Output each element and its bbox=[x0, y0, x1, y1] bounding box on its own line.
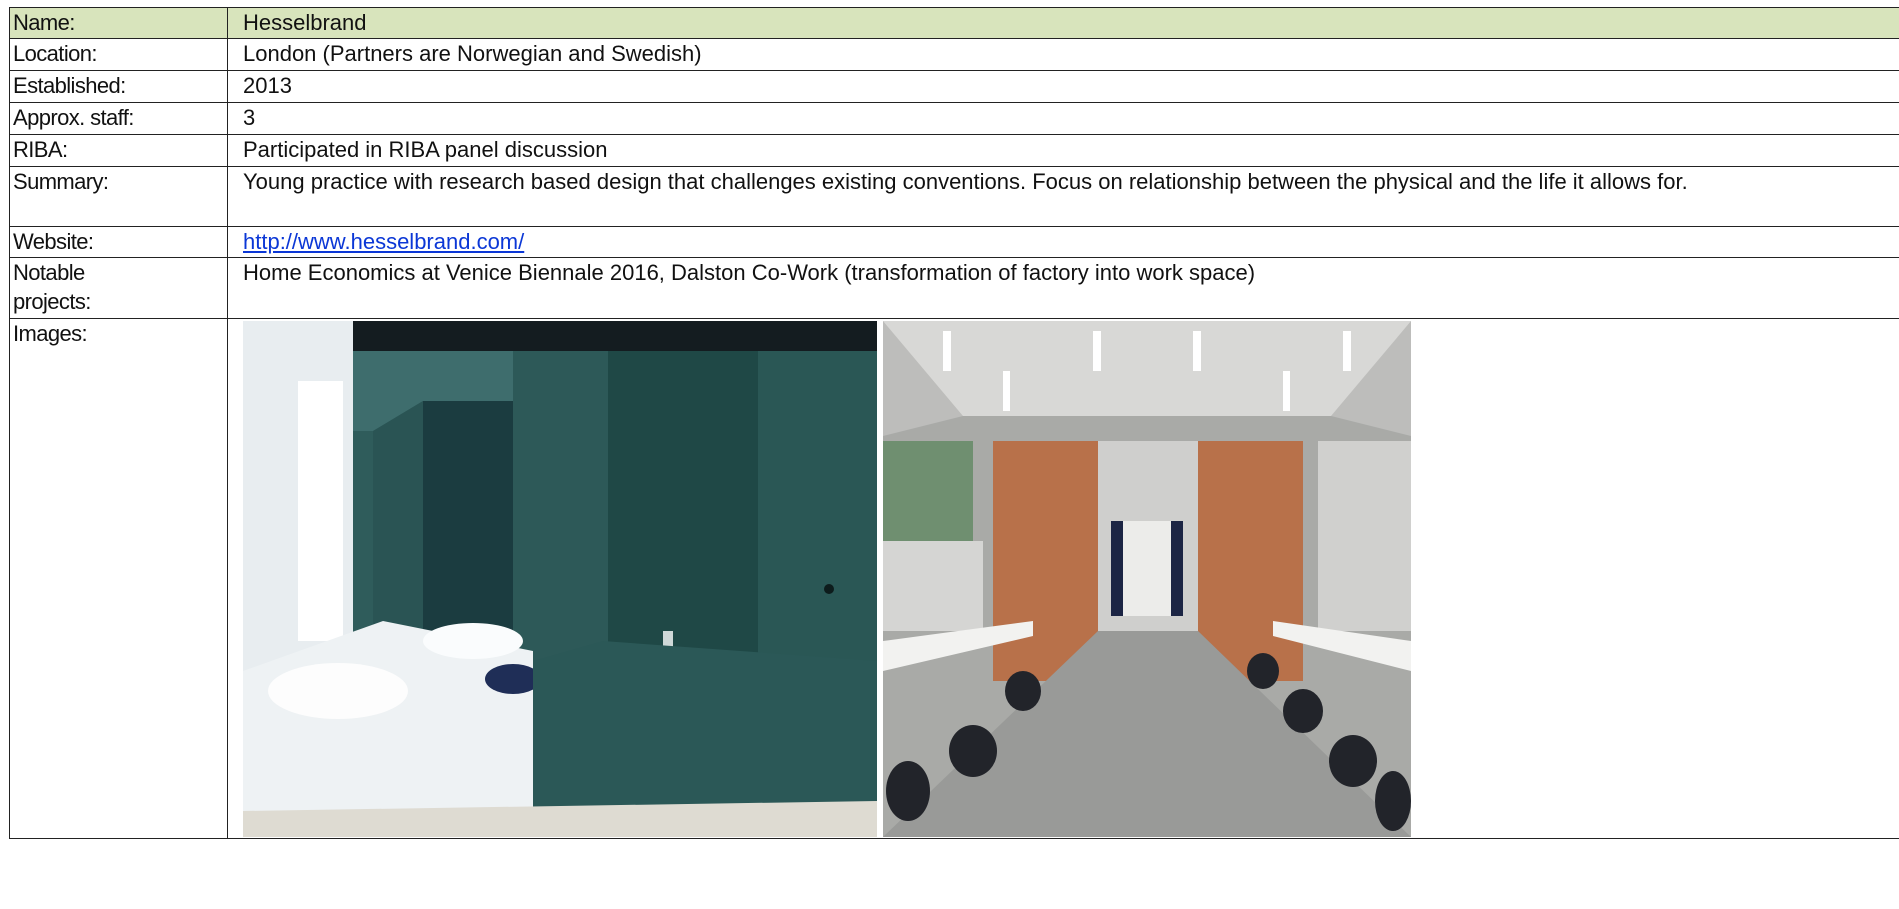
row-location: Location: London (Partners are Norwegian… bbox=[9, 38, 1899, 71]
value-projects: Home Economics at Venice Biennale 2016, … bbox=[227, 257, 1899, 319]
value-established: 2013 bbox=[227, 70, 1899, 103]
bedroom-interior-image bbox=[243, 321, 877, 837]
value-name: Hesselbrand bbox=[227, 7, 1899, 39]
label-staff: Approx. staff: bbox=[9, 102, 228, 135]
cowork-space-image bbox=[883, 321, 1411, 837]
row-summary: Summary: Young practice with research ba… bbox=[9, 166, 1899, 227]
practice-profile-table: Name: Hesselbrand Location: London (Part… bbox=[9, 7, 1899, 839]
row-established: Established: 2013 bbox=[9, 70, 1899, 103]
label-summary: Summary: bbox=[9, 166, 228, 227]
value-website: http://www.hesselbrand.com/ bbox=[227, 226, 1899, 258]
label-established: Established: bbox=[9, 70, 228, 103]
row-riba: RIBA: Participated in RIBA panel discuss… bbox=[9, 134, 1899, 167]
value-riba: Participated in RIBA panel discussion bbox=[227, 134, 1899, 167]
value-summary: Young practice with research based desig… bbox=[227, 166, 1899, 227]
row-name: Name: Hesselbrand bbox=[9, 7, 1899, 39]
value-location: London (Partners are Norwegian and Swedi… bbox=[227, 38, 1899, 71]
label-images: Images: bbox=[9, 318, 228, 839]
label-name: Name: bbox=[9, 7, 228, 39]
website-link[interactable]: http://www.hesselbrand.com/ bbox=[243, 229, 524, 254]
label-riba: RIBA: bbox=[9, 134, 228, 167]
value-staff: 3 bbox=[227, 102, 1899, 135]
row-website: Website: http://www.hesselbrand.com/ bbox=[9, 226, 1899, 258]
label-projects: Notable projects: bbox=[9, 257, 228, 319]
row-staff: Approx. staff: 3 bbox=[9, 102, 1899, 135]
label-location: Location: bbox=[9, 38, 228, 71]
row-projects: Notable projects: Home Economics at Veni… bbox=[9, 257, 1899, 319]
images-container bbox=[243, 319, 1899, 837]
value-images bbox=[227, 318, 1899, 839]
label-website: Website: bbox=[9, 226, 228, 258]
row-images: Images: bbox=[9, 318, 1899, 839]
